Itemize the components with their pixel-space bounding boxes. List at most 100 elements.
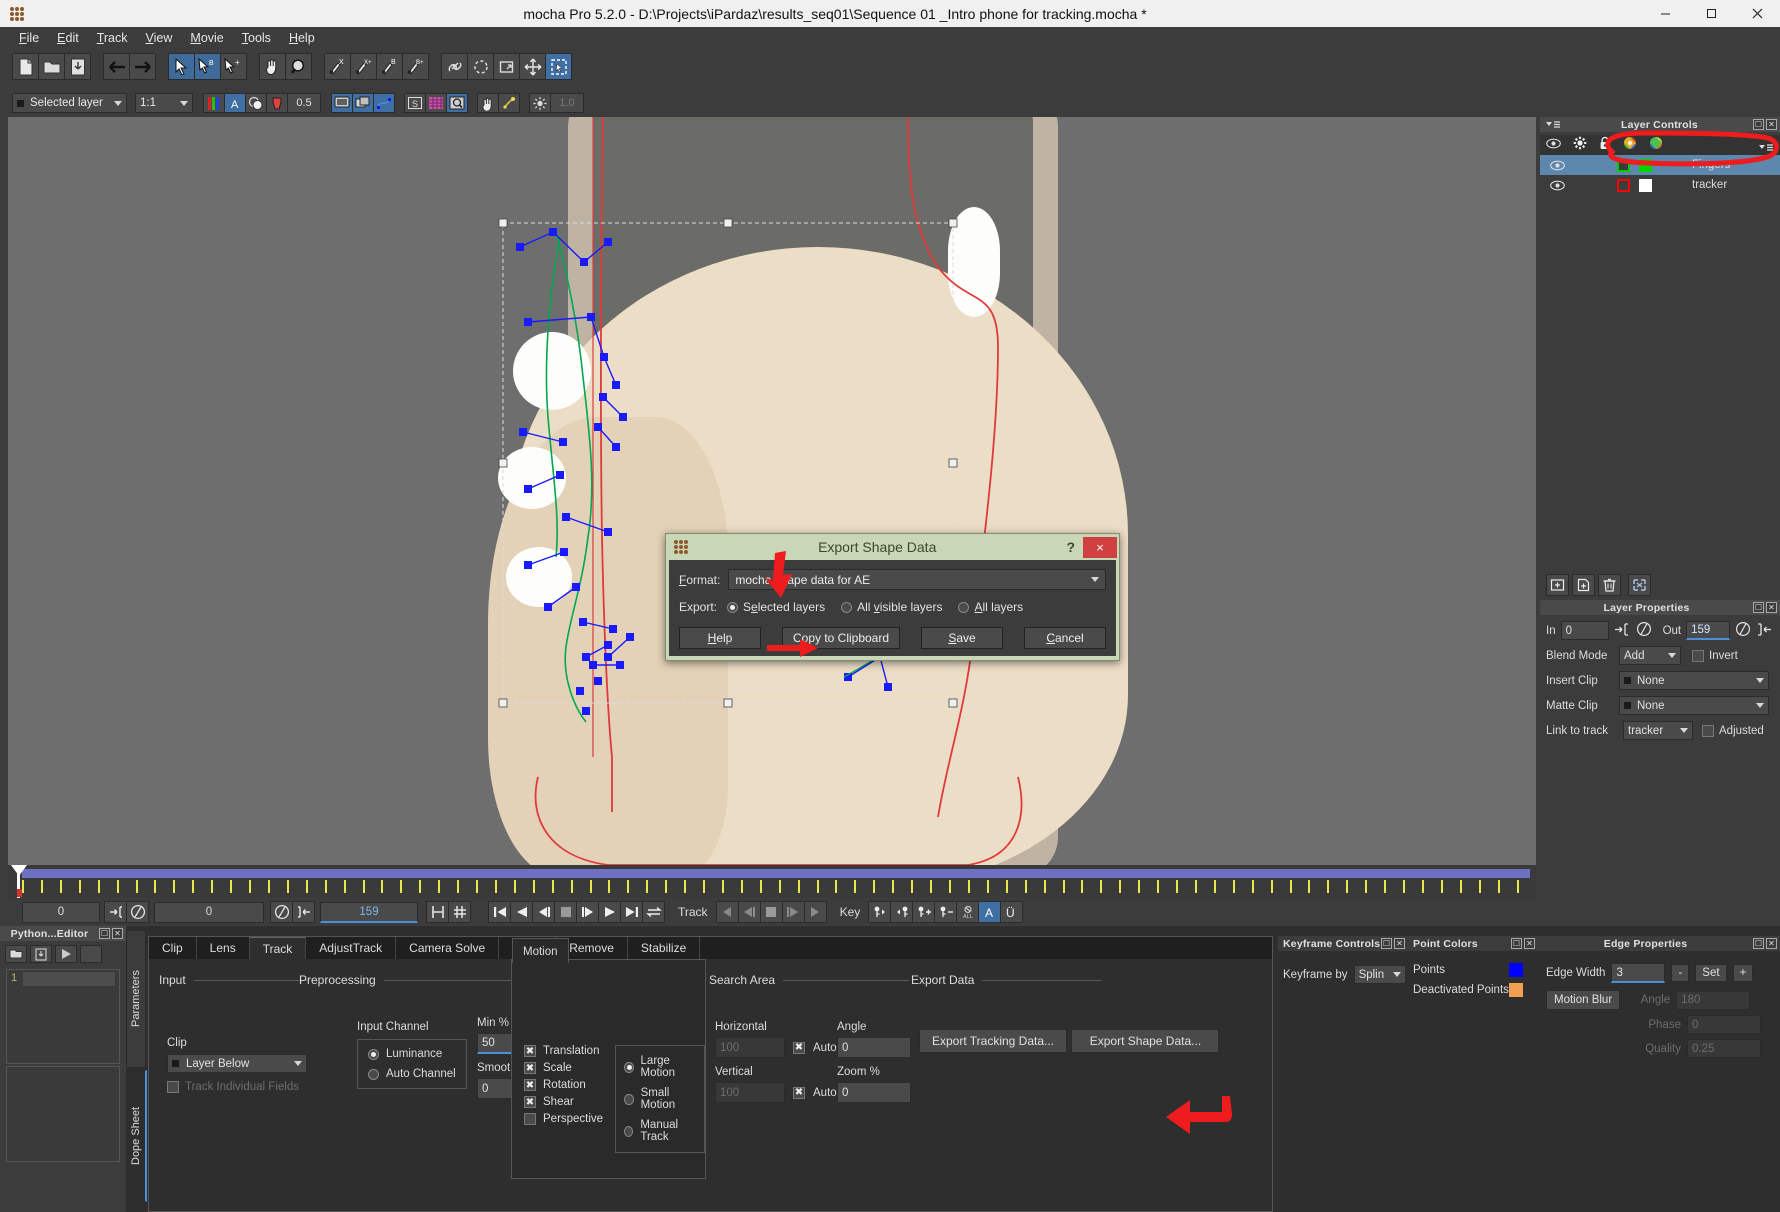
- link-tool-icon[interactable]: [441, 53, 468, 80]
- manual-track-radio[interactable]: [624, 1125, 634, 1137]
- add-key-icon[interactable]: [912, 901, 936, 923]
- tab-adjusttrack[interactable]: AdjustTrack: [306, 937, 397, 959]
- spline-view-icon[interactable]: [373, 93, 395, 113]
- save-button[interactable]: Save: [921, 627, 1003, 649]
- layer-fill-swatch[interactable]: [1634, 158, 1656, 172]
- minimize-button[interactable]: [1642, 0, 1688, 27]
- quality-field[interactable]: 0.25: [1687, 1039, 1761, 1058]
- shear-checkbox[interactable]: ✖: [524, 1096, 536, 1108]
- zoom-percent-field[interactable]: 0: [837, 1082, 911, 1103]
- edge-width-decrement-button[interactable]: -: [1671, 964, 1690, 982]
- opacity-value[interactable]: 0.5: [287, 93, 321, 113]
- layer-name-fingers[interactable]: Fingers: [1656, 159, 1730, 171]
- alpha-channel-icon[interactable]: A: [224, 93, 246, 113]
- in-clock-icon[interactable]: [126, 901, 149, 923]
- xspline-add-tool-icon[interactable]: X+: [350, 53, 377, 80]
- step-back-icon[interactable]: [532, 901, 555, 923]
- delete-key-icon[interactable]: [934, 901, 958, 923]
- blend-mode-dropdown[interactable]: Add: [1619, 646, 1681, 665]
- zoom-level-dropdown[interactable]: 1:1: [135, 93, 193, 113]
- timeline-track[interactable]: [22, 869, 1530, 878]
- export-tracking-data-button[interactable]: Export Tracking Data...: [919, 1029, 1067, 1053]
- magnetic-spline-icon[interactable]: [467, 53, 494, 80]
- zoom-magnifier-icon[interactable]: [285, 53, 312, 80]
- forward-arrow-icon[interactable]: [129, 53, 156, 80]
- hand-overlay-icon[interactable]: [477, 93, 499, 113]
- track-back-frame-icon[interactable]: [737, 901, 761, 923]
- angle-field[interactable]: 0: [837, 1037, 911, 1058]
- small-motion-radio[interactable]: [624, 1093, 634, 1105]
- perspective-checkbox[interactable]: [524, 1113, 536, 1125]
- open-project-icon[interactable]: [38, 53, 65, 80]
- layer-outline-swatch[interactable]: [1612, 158, 1634, 172]
- float-panel-button[interactable]: ☐: [99, 928, 110, 939]
- brightness-icon[interactable]: [529, 93, 551, 113]
- track-forward-frame-icon[interactable]: [781, 901, 805, 923]
- matte-icon[interactable]: [245, 93, 267, 113]
- float-panel-button[interactable]: ☐: [1753, 938, 1764, 949]
- in-point-field[interactable]: 0: [22, 901, 100, 923]
- new-group-icon[interactable]: [1546, 574, 1569, 596]
- next-key-icon[interactable]: [890, 901, 914, 923]
- step-forward-icon[interactable]: [576, 901, 599, 923]
- outline-color-icon[interactable]: [1623, 136, 1637, 155]
- tab-dope-sheet[interactable]: Dope Sheet: [126, 1070, 147, 1202]
- scale-checkbox[interactable]: ✖: [524, 1062, 536, 1074]
- luminance-radio[interactable]: [368, 1048, 379, 1060]
- translation-checkbox[interactable]: ✖: [524, 1045, 536, 1057]
- menu-edit[interactable]: Edit: [48, 29, 88, 47]
- xspline-tool-icon[interactable]: X: [324, 53, 351, 80]
- fill-color-icon[interactable]: [266, 93, 288, 113]
- delete-layer-icon[interactable]: [1598, 574, 1621, 596]
- track-forward-icon[interactable]: [803, 901, 827, 923]
- layer-stack-icon[interactable]: [352, 93, 374, 113]
- large-motion-radio[interactable]: [624, 1061, 634, 1073]
- fit-layer-icon[interactable]: [1628, 574, 1651, 596]
- edge-width-set-button[interactable]: Set: [1695, 964, 1727, 982]
- phase-field[interactable]: 0: [1687, 1015, 1761, 1034]
- out-point-field[interactable]: 159: [320, 901, 418, 923]
- in-clock-icon[interactable]: [1636, 621, 1652, 640]
- layer-row-tracker[interactable]: tracker: [1540, 175, 1780, 195]
- float-panel-button[interactable]: ☐: [1753, 119, 1764, 130]
- layer-visibility-toggle[interactable]: [1546, 180, 1568, 191]
- run-script-icon[interactable]: [55, 945, 77, 963]
- out-clock-icon[interactable]: [1735, 621, 1751, 640]
- layer-fill-swatch[interactable]: [1634, 178, 1656, 192]
- vertical-auto-checkbox[interactable]: ✖: [793, 1086, 805, 1099]
- view-monitor-icon[interactable]: [331, 93, 353, 113]
- set-out-point-icon[interactable]: [292, 901, 315, 923]
- track-stop-icon[interactable]: [759, 901, 783, 923]
- delete-all-keys-icon[interactable]: ALL: [956, 901, 980, 923]
- current-frame-field[interactable]: 0: [154, 901, 264, 923]
- viewer-canvas[interactable]: [8, 117, 1536, 865]
- menu-view[interactable]: View: [137, 29, 182, 47]
- menu-movie[interactable]: Movie: [181, 29, 232, 47]
- close-panel-button[interactable]: ✕: [1766, 602, 1777, 613]
- tab-lens[interactable]: Lens: [197, 937, 250, 959]
- stabilize-icon[interactable]: S: [404, 93, 426, 113]
- loop-icon[interactable]: [642, 901, 665, 923]
- panel-menu-icon[interactable]: [1540, 120, 1566, 129]
- tracking-points-icon[interactable]: [498, 93, 520, 113]
- close-panel-button[interactable]: ✕: [1766, 938, 1777, 949]
- back-arrow-icon[interactable]: [103, 53, 130, 80]
- dialog-close-button[interactable]: ×: [1083, 536, 1117, 558]
- select-tool-icon[interactable]: [168, 53, 195, 80]
- horizontal-auto-checkbox[interactable]: ✖: [793, 1041, 805, 1054]
- link-to-track-dropdown[interactable]: tracker: [1623, 721, 1693, 740]
- angle-field[interactable]: 180: [1676, 990, 1751, 1010]
- rgb-channels-icon[interactable]: [203, 93, 225, 113]
- cancel-button[interactable]: Cancel: [1024, 627, 1106, 649]
- tab-parameters[interactable]: Parameters: [126, 930, 146, 1068]
- menu-track[interactable]: Track: [88, 29, 137, 47]
- menu-help[interactable]: Help: [280, 29, 324, 47]
- tab-track[interactable]: Track: [249, 937, 307, 959]
- auto-channel-radio[interactable]: [368, 1068, 379, 1080]
- edge-width-increment-button[interactable]: +: [1732, 964, 1754, 982]
- track-backward-icon[interactable]: [715, 901, 739, 923]
- new-project-icon[interactable]: [12, 53, 39, 80]
- menu-tools[interactable]: Tools: [233, 29, 280, 47]
- play-backward-icon[interactable]: [510, 901, 533, 923]
- float-panel-button[interactable]: ☐: [1511, 938, 1522, 949]
